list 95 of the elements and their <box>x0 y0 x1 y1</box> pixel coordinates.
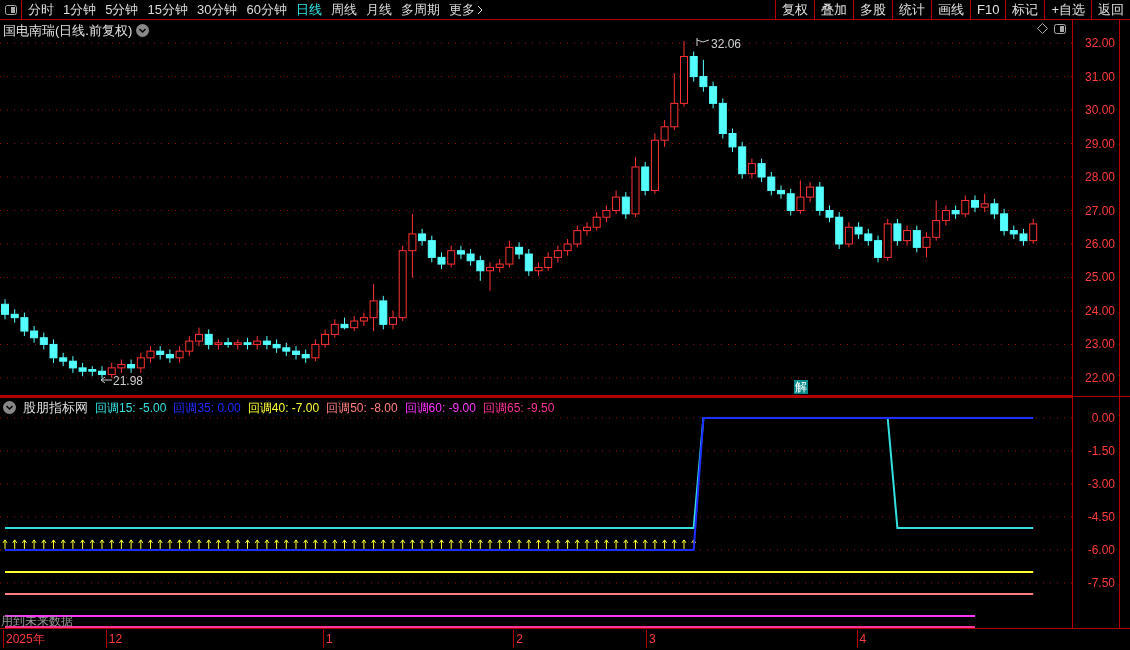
diamond-icon[interactable] <box>1037 23 1048 34</box>
candlestick <box>912 225 921 253</box>
candlestick <box>961 194 970 218</box>
legend-entry: 回调35: 0.00 <box>173 399 241 417</box>
date-axis-label: 3 <box>646 630 656 648</box>
legend-entry: 回调50: -8.00 <box>326 399 398 417</box>
candlestick <box>874 235 882 263</box>
legend-entry: 回调15: -5.00 <box>95 399 167 417</box>
price-axis-label: 25.00 <box>1083 270 1115 285</box>
price-axis-label: 22.00 <box>1083 370 1115 385</box>
period-tab[interactable]: 日线 <box>295 0 322 20</box>
candlestick <box>621 191 630 220</box>
candlestick <box>292 345 300 360</box>
candlestick <box>786 188 795 217</box>
candlestick <box>379 295 388 330</box>
candlestick <box>127 359 136 374</box>
price-axis-label: 26.00 <box>1083 237 1115 251</box>
date-axis-label: 2 <box>513 630 523 648</box>
toolbar-button[interactable]: 返回 <box>1091 0 1130 20</box>
low-price-label: 21.98 <box>113 373 144 390</box>
period-tab[interactable]: 月线 <box>365 0 392 20</box>
legend-entry: 回调40: -7.00 <box>247 399 320 417</box>
period-tab[interactable]: 5分钟 <box>105 0 139 20</box>
chart-title: 国电南瑞(日线.前复权) <box>3 22 133 40</box>
toolbar-button[interactable]: +自选 <box>1044 0 1091 20</box>
price-axis-label: 24.00 <box>1083 303 1115 318</box>
chevron-right-icon <box>476 4 483 15</box>
toolbar-button[interactable]: 多股 <box>853 0 892 20</box>
candlestick <box>224 337 233 349</box>
candlestick <box>195 327 203 347</box>
toolbar-button[interactable]: 画线 <box>931 0 970 20</box>
candlestick <box>941 204 950 227</box>
indicator-axis-label: -6.00 <box>1086 542 1115 557</box>
candlestick <box>515 241 524 260</box>
candlestick <box>971 194 979 213</box>
date-axis-label: 2025年 <box>3 630 45 648</box>
candlestick <box>204 328 213 350</box>
date-axis-label: 4 <box>856 630 867 648</box>
candlestick <box>1029 218 1038 245</box>
candlestick <box>1 298 9 320</box>
toolbar-button[interactable]: F10 <box>970 0 1006 20</box>
panel-toggle-icon[interactable] <box>4 4 17 15</box>
period-tab[interactable]: 多周期 <box>400 0 440 20</box>
price-axis-label: 29.00 <box>1083 136 1115 151</box>
period-tab[interactable]: 60分钟 <box>246 0 287 20</box>
indicator-axis-label: -7.50 <box>1086 575 1115 590</box>
panel-toggle-icon[interactable] <box>1054 23 1066 34</box>
price-axis-label: 27.00 <box>1083 203 1115 218</box>
toolbar-button[interactable]: 标记 <box>1005 0 1045 20</box>
more-button[interactable]: 更多 <box>448 0 483 20</box>
candlestick <box>98 365 106 380</box>
warning-text: 用到未来数据 <box>1 615 73 628</box>
period-tab[interactable]: 1分钟 <box>63 0 97 20</box>
candlestick <box>747 158 756 180</box>
price-axis-label: 32.00 <box>1083 36 1115 51</box>
toolbar-button[interactable]: 叠加 <box>814 0 853 20</box>
period-tab[interactable]: 15分钟 <box>147 0 188 20</box>
toolbar-button[interactable]: 复权 <box>775 0 814 20</box>
date-axis-label: 12 <box>105 630 123 648</box>
event-badge[interactable]: 解 <box>794 380 808 394</box>
period-tab[interactable]: 周线 <box>330 0 357 20</box>
candlestick <box>389 310 397 330</box>
high-marker-icon <box>696 37 710 47</box>
candlestick <box>330 318 339 339</box>
toolbar-button[interactable]: 统计 <box>892 0 931 20</box>
price-axis-label: 31.00 <box>1083 69 1115 84</box>
indicator-axis-label: 0.00 <box>1090 410 1115 425</box>
candlestick <box>486 261 494 292</box>
legend-entry: 回调65: -9.50 <box>482 399 555 417</box>
candlestick <box>165 348 174 364</box>
candlestick <box>893 218 902 247</box>
candlestick <box>777 184 785 200</box>
candlestick <box>980 193 989 213</box>
price-axis-label: 30.00 <box>1083 103 1115 118</box>
high-price-label: 32.06 <box>711 36 742 53</box>
candlestick <box>844 221 853 248</box>
price-axis-label: 23.00 <box>1083 337 1115 352</box>
low-marker-icon <box>100 376 113 384</box>
price-axis-label: 28.00 <box>1083 170 1115 184</box>
candlestick <box>583 221 591 237</box>
candlestick <box>524 248 533 277</box>
indicator-axis-label: -3.00 <box>1086 476 1115 491</box>
period-tab[interactable]: 30分钟 <box>196 0 238 20</box>
candlestick <box>641 161 650 196</box>
chevron-down-icon[interactable] <box>3 401 16 415</box>
candlestick <box>903 225 912 247</box>
date-axis-label: 1 <box>323 630 333 648</box>
indicator-axis-label: -4.50 <box>1086 509 1115 524</box>
candlestick <box>447 245 456 268</box>
indicator-axis-label: -1.50 <box>1086 443 1115 458</box>
chevron-down-icon[interactable] <box>136 24 150 38</box>
period-tab[interactable]: 分时 <box>28 0 54 20</box>
candlestick <box>418 228 427 247</box>
legend-entry: 回调60: -9.00 <box>404 399 476 417</box>
indicator-name: 股朋指标网 <box>23 399 88 417</box>
